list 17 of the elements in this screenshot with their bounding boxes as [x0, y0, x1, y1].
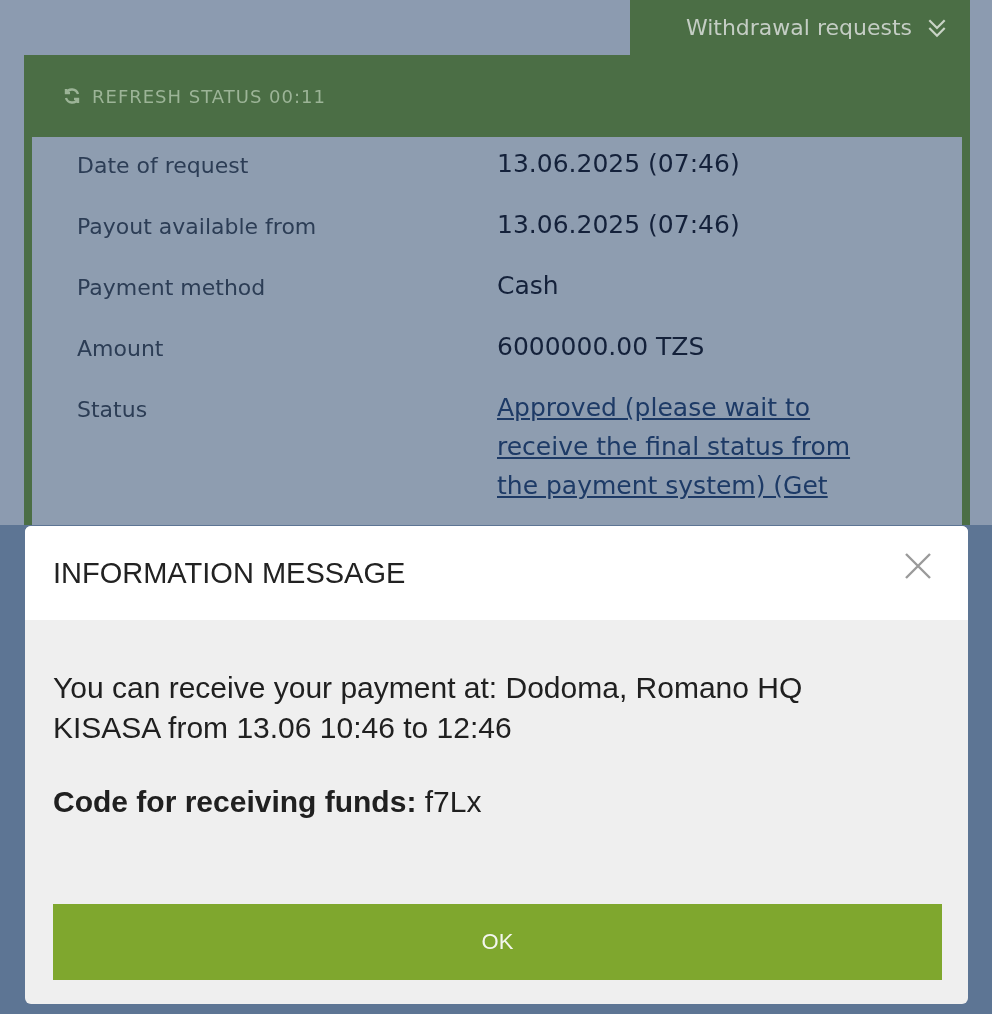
detail-label: Payment method — [77, 275, 267, 300]
detail-label: Status — [77, 397, 149, 422]
detail-value: 13.06.2025 (07:46) — [497, 149, 741, 178]
withdrawal-requests-tab[interactable]: Withdrawal requests — [630, 0, 970, 55]
dialog-message: You can receive your payment at: Dodoma, Romano HQ KISASA from 13.06 10:46 to 12:46 — [53, 670, 804, 746]
detail-value: 13.06.2025 (07:46) — [497, 210, 741, 239]
refresh-icon — [62, 86, 82, 106]
dialog-title: INFORMATION MESSAGE — [53, 556, 406, 590]
detail-value: 6000000.00 TZS — [497, 332, 706, 361]
receiving-code: Code for receiving funds: f7Lx — [53, 784, 483, 820]
detail-label: Payout available from — [77, 214, 318, 239]
ok-button[interactable]: OK — [53, 904, 942, 980]
close-icon[interactable] — [904, 552, 932, 580]
detail-label: Date of request — [77, 153, 250, 178]
detail-value: Cash — [497, 271, 560, 300]
detail-label: Amount — [77, 336, 165, 361]
status-link[interactable]: Approved (please wait to receive the final status from the payment system) (Get — [497, 388, 897, 505]
